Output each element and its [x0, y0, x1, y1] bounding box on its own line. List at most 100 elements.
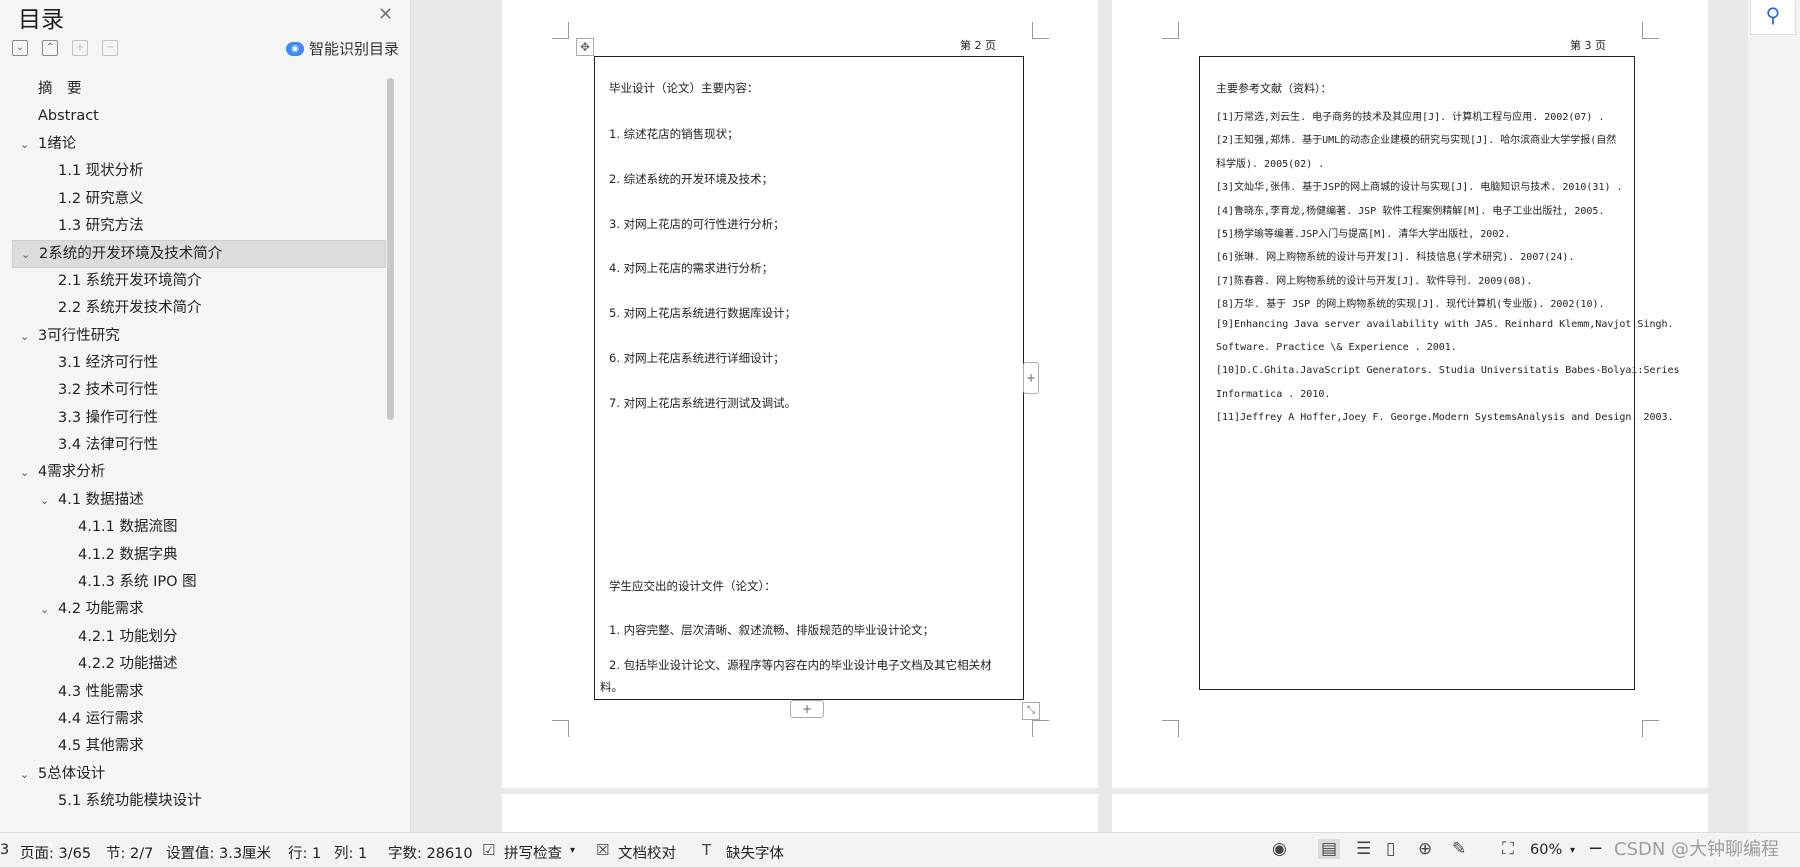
toc-item-label: 4.1 数据描述 — [58, 491, 144, 508]
toc-item-label: 2.1 系统开发环境简介 — [58, 272, 202, 289]
toc-item-label: 3.2 技术可行性 — [58, 382, 159, 399]
reference-item: Software. Practice \& Experience . 2001. — [1216, 342, 1457, 353]
chevron-down-icon[interactable]: ⌄ — [40, 596, 49, 623]
watermark: CSDN @大钟聊编程 — [1614, 839, 1780, 860]
toc-item[interactable]: ⌄ 1绪论 — [12, 131, 386, 158]
toc-item[interactable]: ⌄ 4.2 功能需求 — [12, 596, 386, 623]
section-heading: 学生应交出的设计文件（论文）： — [609, 579, 776, 593]
toc-item[interactable]: 5.1 系统功能模块设计 — [12, 788, 386, 815]
toc-item[interactable]: 3.2 技术可行性 — [12, 377, 386, 404]
crop-mark — [1162, 22, 1179, 39]
toc-item[interactable]: 4.1.3 系统 IPO 图 — [12, 569, 386, 596]
page-number: 第 2 页 — [960, 39, 996, 52]
toc-item[interactable]: 1.3 研究方法 — [12, 213, 386, 240]
toc-item[interactable]: 1.2 研究意义 — [12, 186, 386, 213]
crop-mark — [1642, 720, 1659, 737]
toc-item[interactable]: 3.3 操作可行性 — [12, 405, 386, 432]
toc-sidebar: 目录 ✕ ⌄ ⌃ + − ◉ 智能识别目录 摘 要 Abstract ⌄ 1绪论 1.1… — [0, 0, 411, 832]
expand-all-icon[interactable]: ⌃ — [42, 40, 58, 56]
toc-item-label: 3.1 经济可行性 — [58, 354, 159, 371]
status-setting[interactable]: 设置值: 3.3厘米 — [166, 842, 271, 863]
fit-page-icon[interactable]: ⛶ — [1502, 839, 1514, 859]
section-heading: 毕业设计（论文）主要内容： — [609, 81, 759, 95]
chevron-down-icon[interactable]: ⌄ — [40, 487, 49, 514]
status-cut-text: 3 — [0, 842, 10, 858]
toc-item[interactable]: ⌄ 3可行性研究 — [12, 323, 386, 350]
toc-item[interactable]: 4.5 其他需求 — [12, 733, 386, 760]
close-icon[interactable]: ✕ — [378, 4, 393, 25]
right-tool-rail — [1748, 0, 1800, 832]
toc-item[interactable]: 4.1.2 数据字典 — [12, 542, 386, 569]
eye-icon[interactable]: ◉ — [1272, 839, 1287, 859]
toc-item[interactable]: 3.4 法律可行性 — [12, 432, 386, 459]
spell-check-button[interactable]: 拼写检查 — [504, 842, 562, 863]
deliverable-item-cont: 料。 — [600, 680, 623, 694]
web-view-icon[interactable]: ⊕ — [1418, 839, 1432, 859]
toc-item[interactable]: ⌄ 2系统的开发环境及技术简介 — [12, 240, 386, 268]
collapse-all-icon[interactable]: ⌄ — [12, 40, 28, 56]
chevron-down-icon[interactable]: ▾ — [570, 845, 575, 856]
sidebar-scrollbar[interactable] — [387, 78, 394, 420]
deliverable-item: 1. 内容完整、层次清晰、叙述流畅、排版规范的毕业设计论文； — [609, 623, 935, 637]
ai-toc-button[interactable]: ◉ 智能识别目录 — [286, 38, 399, 59]
ai-icon: ◉ — [286, 41, 304, 56]
reference-item: [5]杨学瑜等编著.JSP入门与提高[M]. 清华大学出版社, 2002. — [1216, 229, 1511, 240]
content-item: 2. 综述系统的开发环境及技术； — [609, 171, 774, 186]
toc-item[interactable]: ⌄ 4需求分析 — [12, 459, 386, 486]
toc-item[interactable]: 2.1 系统开发环境简介 — [12, 268, 386, 295]
doc-proof-button[interactable]: 文档校对 — [618, 842, 676, 863]
missing-font-icon[interactable]: T — [702, 841, 711, 859]
spell-check-icon[interactable]: ☑ — [482, 841, 495, 859]
toc-item-label: 4.3 性能需求 — [58, 683, 144, 700]
toc-item-label: 5总体设计 — [38, 765, 106, 782]
chevron-down-icon[interactable]: ⌄ — [20, 131, 29, 158]
status-row: 行: 1 — [288, 846, 322, 862]
ai-toc-label: 智能识别目录 — [309, 40, 400, 58]
chevron-down-icon[interactable]: ⌄ — [21, 241, 30, 268]
doc-proof-icon[interactable]: ☒ — [596, 841, 609, 859]
toc-item[interactable]: 4.1.1 数据流图 — [12, 514, 386, 541]
toc-item[interactable]: ⌄ 4.1 数据描述 — [12, 487, 386, 514]
add-column-button[interactable]: + — [1023, 362, 1039, 394]
toc-item[interactable]: 3.1 经济可行性 — [12, 350, 386, 377]
toc-item[interactable]: ⌄ 5总体设计 — [12, 761, 386, 788]
toc-item-label: 4.4 运行需求 — [58, 710, 144, 727]
word-count[interactable]: 字数: 28610 — [388, 842, 473, 863]
toc-item-label: 3.3 操作可行性 — [58, 409, 159, 426]
reference-item: [2]王知强,郑炜. 基于UML的动态企业建模的研究与实现[J]. 哈尔滨商业大… — [1216, 135, 1617, 147]
status-page[interactable]: 页面: 3/65 — [20, 842, 91, 863]
toc-item[interactable]: 2.2 系统开发技术简介 — [12, 295, 386, 322]
zoom-out-icon[interactable]: − — [1588, 838, 1603, 859]
toc-item[interactable]: 4.2.1 功能划分 — [12, 624, 386, 651]
page-view-icon[interactable]: ▤ — [1318, 839, 1341, 859]
location-pin-icon[interactable]: ⚲ — [1750, 0, 1796, 35]
chevron-down-icon[interactable]: ⌄ — [20, 459, 29, 486]
chevron-down-icon[interactable]: ⌄ — [20, 323, 29, 350]
deliverable-item: 2. 包括毕业设计论文、源程序等内容在内的毕业设计电子文档及其它相关材 — [609, 658, 992, 672]
toc-item[interactable]: 4.4 运行需求 — [12, 706, 386, 733]
sidebar-title: 目录 — [18, 7, 64, 33]
chevron-down-icon[interactable]: ⌄ — [20, 761, 29, 788]
toc-item-label: 5.1 系统功能模块设计 — [58, 793, 202, 810]
outline-view-icon[interactable]: ☰ — [1356, 839, 1371, 859]
remove-heading-icon[interactable]: − — [102, 40, 118, 56]
add-heading-icon[interactable]: + — [72, 40, 88, 56]
resize-handle-icon[interactable]: ⤡ — [1022, 702, 1040, 720]
toc-item[interactable]: Abstract — [12, 103, 386, 130]
write-view-icon[interactable]: ✎ — [1452, 839, 1466, 859]
toc-item[interactable]: 摘 要 — [12, 76, 386, 103]
toc-item[interactable]: 4.2.2 功能描述 — [12, 651, 386, 678]
content-item: 5. 对网上花店系统进行数据库设计； — [609, 306, 797, 321]
toc-item[interactable]: 1.1 现状分析 — [12, 158, 386, 185]
chevron-down-icon[interactable]: ▾ — [1570, 845, 1575, 856]
read-view-icon[interactable]: ▯ — [1386, 839, 1395, 859]
status-section[interactable]: 节: 2/7 — [106, 842, 153, 863]
move-handle-icon[interactable]: ✥ — [576, 38, 594, 56]
reference-item: [9]Enhancing Java server availability wi… — [1216, 318, 1674, 330]
crop-mark — [552, 720, 569, 737]
toc-item-label: 1.1 现状分析 — [58, 163, 144, 180]
add-row-button[interactable]: + — [790, 700, 824, 718]
toc-item[interactable]: 4.3 性能需求 — [12, 679, 386, 706]
zoom-level[interactable]: 60% — [1530, 842, 1562, 858]
missing-font-button[interactable]: 缺失字体 — [726, 842, 784, 863]
